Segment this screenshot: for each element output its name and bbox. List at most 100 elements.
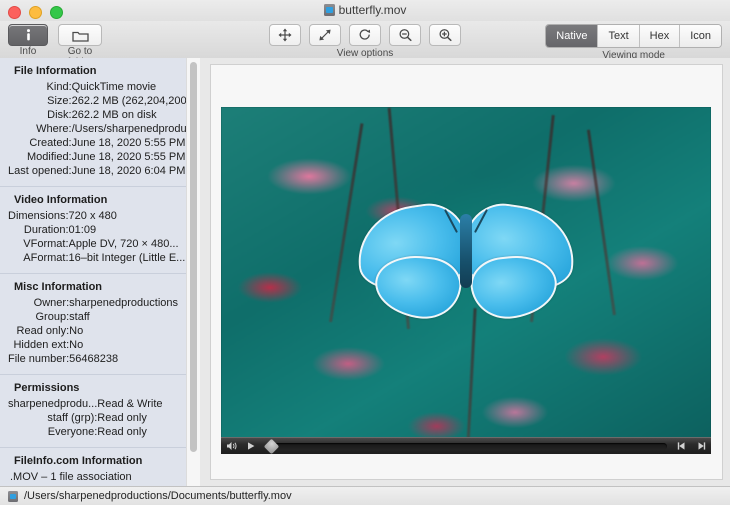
table-row: File number: 56468238: [8, 353, 192, 367]
video-information-table: Dimensions: 720 x 480 Duration: 01:09 VFor…: [8, 210, 192, 266]
step-forward-icon: [698, 442, 705, 450]
row-value: No: [69, 325, 84, 337]
row-value: /Users/sharpenedproducti...: [71, 123, 200, 135]
step-forward-button[interactable]: [694, 441, 707, 452]
butterfly-body: [444, 209, 488, 289]
row-key: Created:: [29, 137, 72, 149]
viewing-mode-text[interactable]: Text: [598, 25, 640, 47]
table-row: Where:/Users/sharpenedproducti...: [8, 123, 200, 137]
viewing-mode-icon[interactable]: Icon: [680, 25, 721, 47]
zoom-in-button[interactable]: [429, 24, 461, 46]
butterfly-subject: [351, 198, 581, 340]
row-key: Dimensions:: [8, 210, 69, 222]
viewing-mode-native[interactable]: Native: [546, 25, 599, 47]
row-key: Read only:: [16, 325, 70, 337]
table-row: sharpenedprodu... Read & Write: [8, 398, 192, 412]
info-sidebar-scroll: File Information Kind: QuickTime movie Si…: [0, 58, 200, 487]
playback-progress-track[interactable]: [263, 438, 667, 454]
table-row: Duration: 01:09: [8, 224, 192, 238]
row-key: Everyone:: [47, 426, 98, 438]
row-value: 01:09: [68, 224, 97, 236]
table-row: Read only: No: [8, 325, 192, 339]
content-area: File Information Kind: QuickTime movie Si…: [0, 58, 730, 487]
row-value: June 18, 2020 6:04 PM: [71, 165, 186, 177]
butterfly-video-frame[interactable]: [221, 107, 711, 454]
video-player-controls: [221, 437, 711, 454]
view-options-group: View options: [269, 24, 461, 59]
info-button[interactable]: [8, 24, 48, 46]
table-row: AFormat: 16–bit Integer (Little E...: [8, 252, 192, 266]
window-title-container: butterfly.mov: [0, 3, 730, 19]
row-value: Apple DV, 720 × 480...: [68, 238, 179, 250]
table-row: Created: June 18, 2020 5:55 PM: [8, 137, 200, 151]
app-window: butterfly.mov Info Go to View options Na…: [0, 0, 730, 505]
file-path-text: /Users/sharpenedproductions/Documents/bu…: [24, 490, 292, 502]
row-key: Owner:: [33, 297, 70, 309]
fit-to-window-button[interactable]: [309, 24, 341, 46]
preview-canvas: [210, 64, 723, 480]
info-sidebar: File Information Kind: QuickTime movie Si…: [0, 58, 200, 487]
row-value: 16–bit Integer (Little E...: [68, 252, 186, 264]
row-key: Kind:: [46, 81, 72, 93]
rotate-clockwise-icon: [359, 29, 371, 40]
section-title: Video Information: [14, 194, 108, 206]
section-title: Misc Information: [14, 281, 103, 293]
section-title: FileInfo.com Information: [14, 455, 143, 467]
title-bar: butterfly.mov: [0, 0, 730, 22]
go-to-folder-button[interactable]: [58, 24, 102, 46]
row-value: Read only: [97, 426, 147, 438]
magnifier-minus-icon: [398, 29, 412, 42]
volume-button[interactable]: [225, 441, 238, 452]
row-value: Read & Write: [97, 398, 163, 410]
viewing-mode-hex[interactable]: Hex: [639, 25, 681, 47]
row-value: June 18, 2020 5:55 PM: [71, 151, 186, 163]
row-value: 262.2 MB (262,204,200 by...: [71, 95, 200, 107]
play-button[interactable]: [244, 441, 257, 452]
speaker-icon: [226, 442, 237, 450]
section-subtitle: .MOV – 1 file association: [10, 471, 132, 483]
row-value: 56468238: [69, 353, 119, 365]
viewing-mode-segmented-control[interactable]: Native Text Hex Icon: [545, 24, 722, 48]
permissions-table: sharpenedprodu... Read & Write staff (grp…: [8, 398, 192, 440]
row-key: Duration:: [23, 224, 69, 236]
row-value: sharpenedproductions: [69, 297, 178, 309]
quicktime-document-icon: [8, 490, 18, 502]
row-key: VFormat:: [23, 238, 69, 250]
move-arrows-icon: [278, 28, 292, 42]
row-key: sharpenedprodu...: [8, 398, 98, 410]
magnifier-plus-icon: [438, 29, 452, 42]
preview-pane: [200, 58, 730, 487]
quicktime-document-icon: [323, 4, 335, 19]
sidebar-scrollbar-thumb[interactable]: [190, 62, 197, 452]
row-value: Read only: [97, 412, 147, 424]
row-value: 262.2 MB on disk: [71, 109, 157, 121]
toolbar: Info Go to folder: [0, 21, 730, 68]
playhead-handle[interactable]: [263, 438, 280, 454]
folder-icon: [71, 31, 89, 42]
table-row: Size: 262.2 MB (262,204,200 by...: [8, 95, 200, 109]
section-fileinfo-information: FileInfo.com Information .MOV – 1 file a…: [0, 448, 200, 487]
row-key: Group:: [35, 311, 70, 323]
pan-tool-button[interactable]: [269, 24, 301, 46]
rotate-button[interactable]: [349, 24, 381, 46]
step-backward-button[interactable]: [675, 441, 688, 452]
info-icon: [26, 29, 30, 41]
row-key: File number:: [8, 353, 70, 365]
expand-diagonal-icon: [319, 29, 331, 41]
row-key: staff (grp):: [47, 412, 98, 424]
row-key: Disk:: [47, 109, 72, 121]
sidebar-scrollbar[interactable]: [186, 58, 200, 487]
row-key: Hidden ext:: [13, 339, 70, 351]
zoom-out-button[interactable]: [389, 24, 421, 46]
row-key: Last opened:: [8, 165, 72, 177]
section-misc-information: Misc Information Owner: sharpenedproducti…: [0, 274, 200, 375]
table-row: Modified: June 18, 2020 5:55 PM: [8, 151, 200, 165]
table-row: Owner: sharpenedproductions: [8, 297, 192, 311]
row-value: No: [69, 339, 84, 351]
table-row: staff (grp): Read only: [8, 412, 192, 426]
window-title: butterfly.mov: [338, 3, 407, 17]
section-file-information: File Information Kind: QuickTime movie Si…: [0, 58, 200, 187]
play-triangle-icon: [247, 442, 254, 450]
section-title: File Information: [14, 65, 97, 77]
row-key: Modified:: [26, 151, 72, 163]
